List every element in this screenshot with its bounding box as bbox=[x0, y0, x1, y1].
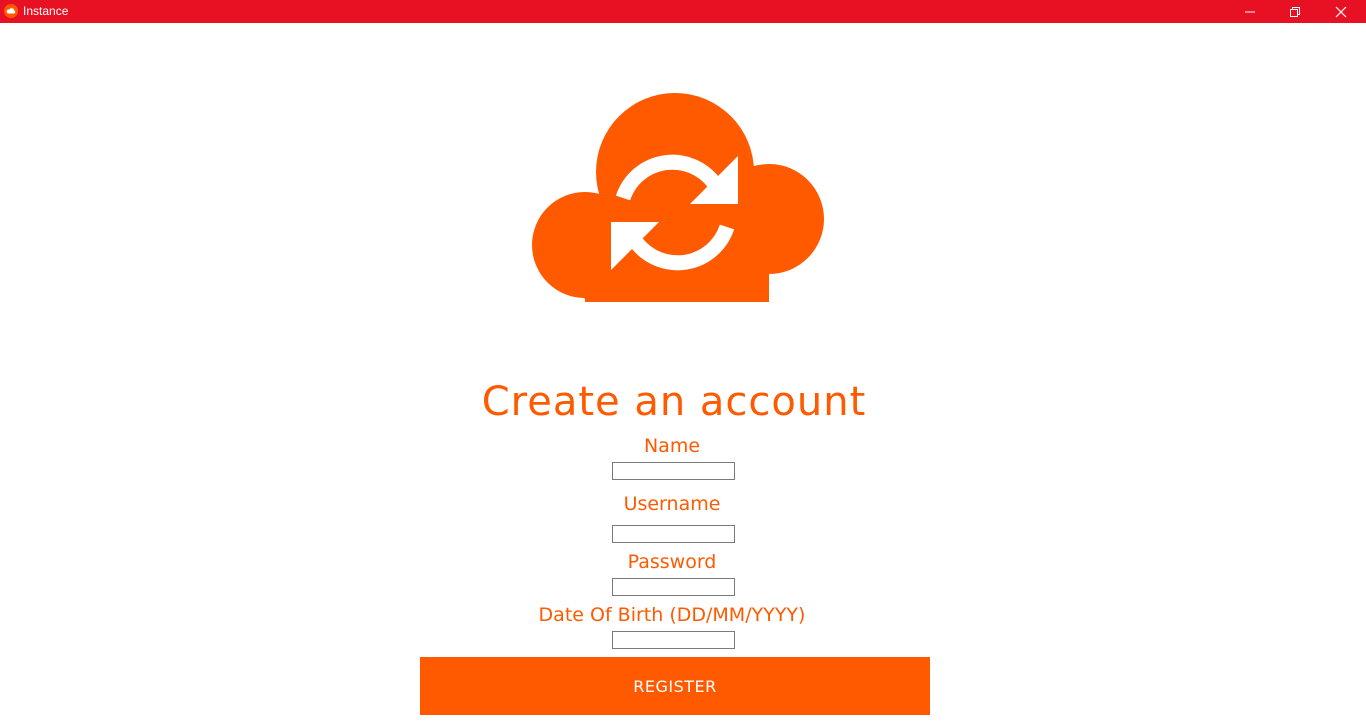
password-label: Password bbox=[627, 551, 717, 573]
close-button[interactable] bbox=[1318, 0, 1364, 23]
register-button[interactable]: REGISTER bbox=[420, 657, 930, 715]
password-field[interactable] bbox=[612, 578, 735, 596]
title-bar: Instance bbox=[0, 0, 1366, 23]
app-cloud-icon bbox=[4, 4, 18, 18]
name-field[interactable] bbox=[612, 462, 735, 480]
minimize-button[interactable] bbox=[1227, 0, 1273, 23]
minimize-icon bbox=[1245, 11, 1255, 12]
close-icon bbox=[1335, 6, 1347, 17]
name-label: Name bbox=[643, 435, 701, 457]
date-of-birth-field[interactable] bbox=[612, 631, 735, 649]
username-label: Username bbox=[623, 493, 721, 515]
window-title: Instance bbox=[23, 4, 69, 18]
restore-icon bbox=[1290, 6, 1300, 17]
date-of-birth-label: Date Of Birth (DD/MM/YYYY) bbox=[538, 604, 806, 626]
username-field[interactable] bbox=[612, 525, 735, 543]
cloud-sync-icon bbox=[532, 93, 824, 302]
page-title: Create an account bbox=[481, 379, 867, 425]
restore-button[interactable] bbox=[1272, 0, 1318, 23]
